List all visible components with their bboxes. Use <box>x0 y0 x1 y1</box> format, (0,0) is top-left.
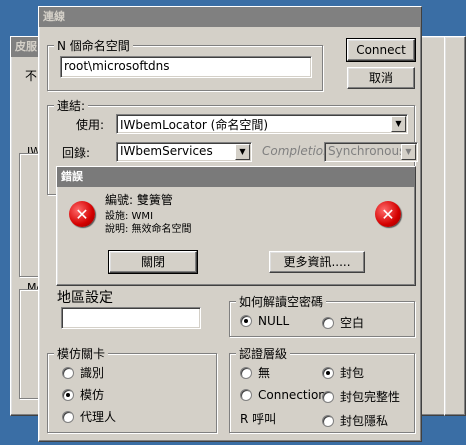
radio-icon[interactable] <box>322 414 334 427</box>
imp-impersonate-option[interactable]: 模仿 <box>62 386 104 403</box>
lvl-call-label[interactable]: R 呼叫 <box>240 410 276 427</box>
namespace-input[interactable]: root\microsoftdns <box>60 56 312 78</box>
impersonation-group-label: 模仿關卡 <box>54 345 109 362</box>
radio-selected-icon[interactable] <box>62 388 74 401</box>
lvl-integrity-option[interactable]: 封包完整性 <box>322 388 400 405</box>
imp-delegate-option[interactable]: 代理人 <box>62 408 116 425</box>
background-label-not: 不 <box>25 69 38 83</box>
connection-group-label: 連結: <box>54 97 89 114</box>
error-dialog-title: 錯誤 <box>57 167 415 187</box>
completion-select: Synchronous ▼ <box>324 142 418 162</box>
error-icon: ✕ <box>69 201 95 227</box>
auth-null-label: NULL <box>258 314 290 328</box>
auth-null-option[interactable]: NULL <box>240 314 289 328</box>
namespace-label: N 個命名空間 <box>54 37 133 54</box>
chevron-down-icon[interactable]: ▼ <box>235 144 250 160</box>
imp-delegate-label: 代理人 <box>80 410 117 424</box>
error-dialog: 錯誤 ✕ ✕ 編號: 雙簧管 設施: WMI 說明: 無效命名空間 關閉 更多資… <box>56 166 416 286</box>
lvl-privacy-label: 封包隱私 <box>340 414 389 428</box>
return-select[interactable]: IWbemServices ▼ <box>116 142 252 162</box>
error-line-1: 編號: 雙簧管 <box>105 193 173 207</box>
locale-label: 地區設定 <box>57 290 113 306</box>
return-label: 回錄: <box>62 146 91 160</box>
locale-input[interactable] <box>61 307 201 329</box>
connect-button[interactable]: Connect <box>346 38 416 62</box>
imp-identify-label: 識別 <box>80 366 105 380</box>
imp-identify-option[interactable]: 識別 <box>62 364 104 381</box>
auth-blank-label: 空白 <box>340 316 365 330</box>
using-select[interactable]: IWbemLocator (命名空間) ▼ <box>116 114 408 134</box>
lvl-connection-option[interactable]: Connection <box>240 388 326 402</box>
imp-impersonate-label: 模仿 <box>80 388 105 402</box>
password-interpretation-label: 如何解讀空密碼 <box>236 293 327 310</box>
lvl-packet-label: 封包 <box>340 366 365 380</box>
radio-selected-icon[interactable] <box>322 366 334 379</box>
radio-icon[interactable] <box>240 389 252 401</box>
more-info-button[interactable]: 更多資訊..... <box>269 251 365 273</box>
chevron-down-icon: ▼ <box>401 144 416 160</box>
radio-icon[interactable] <box>240 366 252 379</box>
lvl-integrity-label: 封包完整性 <box>340 390 401 404</box>
lvl-none-option[interactable]: 無 <box>240 364 270 381</box>
password-interpretation-group: 如何解讀空密碼 NULL 空白 <box>229 293 415 337</box>
using-label: 使用: <box>76 118 105 132</box>
return-select-value: IWbemServices <box>120 144 213 158</box>
right-edge-window <box>444 36 466 416</box>
auth-level-group: 認證層級 無 封包 Connection 封包完整性 R 呼叫 封包隱私 <box>229 345 415 433</box>
using-select-value: IWbemLocator (命名空間) <box>120 118 269 132</box>
radio-icon[interactable] <box>322 316 334 329</box>
lvl-none-label: 無 <box>258 366 271 380</box>
lvl-privacy-option[interactable]: 封包隱私 <box>322 412 388 429</box>
error-icon: ✕ <box>375 201 401 227</box>
auth-blank-option[interactable]: 空白 <box>322 314 364 331</box>
namespace-group: N 個命名空間 root\microsoftdns <box>47 37 323 91</box>
completion-select-value: Synchronous <box>328 144 406 158</box>
radio-selected-icon[interactable] <box>240 315 252 327</box>
connect-dialog-title: 連線 <box>39 7 421 27</box>
cancel-button[interactable]: 取消 <box>347 67 415 89</box>
auth-level-group-label: 認證層級 <box>236 345 291 362</box>
radio-icon[interactable] <box>62 410 74 423</box>
lvl-connection-label: Connection <box>258 388 326 402</box>
radio-icon[interactable] <box>62 366 74 379</box>
lvl-packet-option[interactable]: 封包 <box>322 364 364 381</box>
error-line-3: 說明: 無效命名空間 <box>105 224 192 235</box>
radio-icon[interactable] <box>322 390 334 403</box>
impersonation-group: 模仿關卡 識別 模仿 代理人 <box>47 345 217 433</box>
close-button[interactable]: 關閉 <box>108 250 198 274</box>
chevron-down-icon[interactable]: ▼ <box>391 116 406 132</box>
